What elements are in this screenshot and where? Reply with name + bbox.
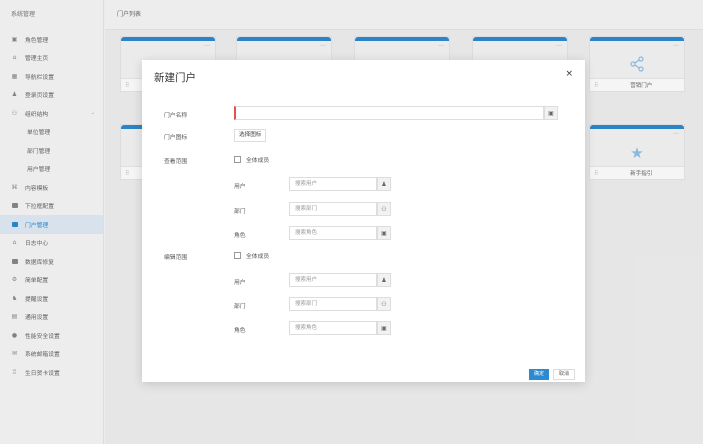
checkbox-box[interactable] [234, 156, 241, 163]
view-all-members-checkbox[interactable]: 全体成员 [234, 155, 269, 164]
user-icon[interactable]: ♟ [377, 177, 391, 191]
portal-icon-label: 门户图标 [164, 135, 188, 141]
org-icon[interactable]: ⚇ [377, 202, 391, 216]
new-portal-dialog: 新建门户 × 门户名称 ▣ 门户图标 选择图标 查看范围 全体成员 用户 搜索用… [142, 60, 585, 382]
view-role-search-input[interactable]: 搜索角色 [289, 226, 377, 240]
select-icon-button[interactable]: 选择图标 [234, 129, 267, 142]
checkbox-label: 全体成员 [246, 158, 270, 164]
input-options-icon[interactable]: ▣ [544, 106, 558, 120]
view-user-label: 用户 [234, 184, 246, 190]
portal-name-label: 门户名称 [164, 113, 188, 119]
edit-role-search-input[interactable]: 搜索角色 [289, 321, 377, 335]
view-dept-search-input[interactable]: 搜索部门 [289, 202, 377, 216]
portal-name-input[interactable] [234, 106, 544, 120]
role-card-icon[interactable]: ▣ [377, 226, 391, 240]
edit-dept-label: 部门 [234, 304, 246, 310]
checkbox-label: 全体成员 [246, 254, 270, 260]
confirm-button[interactable]: 确定 [529, 369, 550, 380]
edit-user-search-input[interactable]: 搜索用户 [289, 273, 377, 287]
view-scope-label: 查看范围 [164, 159, 188, 165]
cancel-button[interactable]: 取消 [553, 369, 576, 380]
user-icon[interactable]: ♟ [377, 273, 391, 287]
edit-role-label: 角色 [234, 328, 246, 334]
view-role-label: 角色 [234, 233, 246, 239]
close-icon[interactable]: × [565, 69, 573, 79]
edit-scope-label: 编辑范围 [164, 255, 188, 261]
view-dept-label: 部门 [234, 209, 246, 215]
edit-user-label: 用户 [234, 280, 246, 286]
checkbox-box[interactable] [234, 252, 241, 259]
org-icon[interactable]: ⚇ [377, 297, 391, 311]
dialog-title: 新建门户 [154, 72, 196, 84]
edit-all-members-checkbox[interactable]: 全体成员 [234, 251, 269, 260]
edit-dept-search-input[interactable]: 搜索部门 [289, 297, 377, 311]
role-card-icon[interactable]: ▣ [377, 321, 391, 335]
view-user-search-input[interactable]: 搜索用户 [289, 177, 377, 191]
